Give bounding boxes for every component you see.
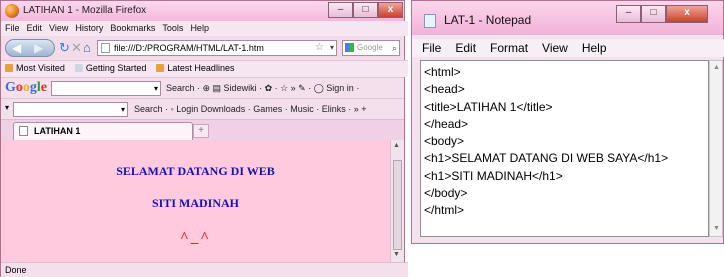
menu-help[interactable]: Help: [582, 39, 607, 57]
scroll-up-icon[interactable]: ▲: [713, 64, 720, 71]
address-bar[interactable]: file:///D:/PROGRAM/HTML/LAT-1.htm ☆ ▾: [97, 40, 337, 56]
scroll-down-icon[interactable]: ▼: [713, 225, 720, 232]
menu-view[interactable]: View: [49, 21, 68, 36]
notepad-vertical-scrollbar[interactable]: ▲ ▼: [709, 60, 723, 237]
notepad-icon: [424, 14, 436, 28]
tab-latihan-1[interactable]: LATIHAN 1: [13, 122, 193, 140]
google-toolbar: Google ▾ Search · ⊕ ▤ Sidewiki · ✿ · ☆ »…: [1, 77, 404, 99]
new-tab-button[interactable]: +: [193, 124, 209, 138]
code-line: </html>: [424, 203, 465, 218]
notepad-menu-bar: File Edit Format View Help: [412, 39, 724, 57]
bookmark-star-icon[interactable]: ☆: [315, 41, 324, 55]
home-icon[interactable]: ⌂: [83, 40, 91, 56]
navigation-toolbar: ◀ ▶ ↻ ✕ ⌂ file:///D:/PROGRAM/HTML/LAT-1.…: [1, 36, 404, 60]
google-icon: [345, 43, 354, 52]
secondary-toolbar-items[interactable]: Search · ◦ Login Downloads · Games · Mus…: [134, 103, 367, 116]
address-text: file:///D:/PROGRAM/HTML/LAT-1.htm: [114, 43, 264, 53]
scroll-down-icon[interactable]: ▼: [393, 251, 400, 258]
menu-tools[interactable]: Tools: [162, 21, 183, 36]
bookmarks-toolbar: Most Visited Getting Started Latest Head…: [1, 60, 408, 77]
minimize-icon[interactable]: –: [328, 2, 353, 18]
stop-icon[interactable]: ✕: [71, 40, 82, 56]
maximize-icon[interactable]: □: [641, 5, 666, 23]
code-line: <body>: [424, 134, 465, 149]
bookmark-latest-headlines[interactable]: Latest Headlines: [156, 61, 234, 77]
menu-edit[interactable]: Edit: [27, 21, 43, 36]
firefox-window-controls: – □ x: [328, 2, 403, 18]
chevron-down-icon[interactable]: ▾: [154, 82, 158, 95]
page-icon: [19, 126, 28, 136]
notepad-window-controls: – □ x: [616, 5, 708, 23]
page-heading-welcome: SELAMAT DATANG DI WEB: [116, 164, 275, 178]
search-icon[interactable]: ⌕: [392, 41, 397, 55]
search-box[interactable]: Google ⌕: [342, 40, 400, 56]
notepad-window-title: LAT-1 - Notepad: [444, 13, 532, 27]
code-line: <title>LATIHAN 1</title>: [424, 99, 553, 114]
notepad-window: LAT-1 - Notepad – □ x File Edit Format V…: [411, 0, 724, 244]
firefox-window-title: LATIHAN 1 - Mozilla Firefox: [23, 5, 147, 16]
notepad-title-bar: LAT-1 - Notepad – □ x: [412, 1, 723, 35]
menu-format[interactable]: Format: [490, 39, 528, 57]
code-line: </head>: [424, 116, 469, 131]
firefox-title-bar: LATIHAN 1 - Mozilla Firefox – □ x: [1, 1, 404, 21]
page-content: SELAMAT DATANG DI WEB SITI MADINAH ^_^: [1, 140, 390, 262]
page-icon: [101, 43, 110, 53]
secondary-toolbar-input[interactable]: ▾: [13, 102, 128, 117]
menu-edit[interactable]: Edit: [455, 39, 476, 57]
chevron-down-icon[interactable]: ▾: [5, 103, 9, 112]
menu-history[interactable]: History: [75, 21, 103, 36]
code-line: <h1>SITI MADINAH</h1>: [424, 168, 563, 183]
page-heading-name: SITI MADINAH: [151, 196, 239, 210]
firefox-icon: [5, 4, 19, 18]
bookmark-icon: [74, 64, 83, 72]
tab-strip: LATIHAN 1 +: [1, 119, 404, 140]
menu-bookmarks[interactable]: Bookmarks: [110, 21, 155, 36]
close-icon[interactable]: x: [378, 2, 403, 18]
search-placeholder: Google: [357, 43, 383, 52]
rss-icon: [156, 64, 165, 72]
notepad-text-area[interactable]: <html> <head> <title>LATIHAN 1</title> <…: [420, 60, 709, 237]
code-line: </body>: [424, 186, 468, 201]
google-toolbar-items[interactable]: Search · ⊕ ▤ Sidewiki · ✿ · ☆ » ✎ · ◯ Si…: [166, 82, 359, 95]
firefox-menu-bar: File Edit View History Bookmarks Tools H…: [1, 21, 408, 36]
bookmark-getting-started[interactable]: Getting Started: [74, 61, 146, 77]
chevron-down-icon[interactable]: ▾: [330, 41, 334, 55]
bookmark-icon: [5, 64, 13, 72]
close-icon[interactable]: x: [666, 5, 708, 23]
forward-icon[interactable]: ▶: [34, 41, 43, 55]
scroll-up-icon[interactable]: ▲: [393, 142, 400, 149]
menu-view[interactable]: View: [542, 39, 568, 57]
code-line: <html>: [424, 65, 461, 79]
secondary-toolbar: ▾ ▾ Search · ◦ Login Downloads · Games ·…: [1, 98, 404, 120]
back-icon[interactable]: ◀: [12, 41, 21, 55]
status-bar: Done: [1, 262, 408, 277]
maximize-icon[interactable]: □: [353, 2, 378, 18]
code-line: <h1>SELAMAT DATANG DI WEB SAYA</h1>: [424, 151, 669, 166]
menu-file[interactable]: File: [5, 21, 20, 36]
reload-icon[interactable]: ↻: [59, 40, 70, 56]
code-line: <head>: [424, 82, 465, 97]
menu-file[interactable]: File: [422, 39, 441, 57]
smiley-face: ^_^: [180, 230, 211, 246]
bookmark-most-visited[interactable]: Most Visited: [5, 61, 65, 77]
google-toolbar-input[interactable]: ▾: [51, 81, 161, 96]
vertical-scrollbar[interactable]: ▲ ▼: [390, 140, 404, 262]
firefox-window: LATIHAN 1 - Mozilla Firefox – □ x File E…: [0, 0, 408, 277]
minimize-icon[interactable]: –: [616, 5, 641, 23]
back-forward-buttons: ◀ ▶: [5, 39, 55, 57]
google-logo: Google: [5, 80, 47, 95]
menu-help[interactable]: Help: [190, 21, 209, 36]
tab-label: LATIHAN 1: [34, 126, 81, 136]
scrollbar-thumb[interactable]: [393, 160, 402, 250]
chevron-down-icon[interactable]: ▾: [121, 103, 125, 116]
